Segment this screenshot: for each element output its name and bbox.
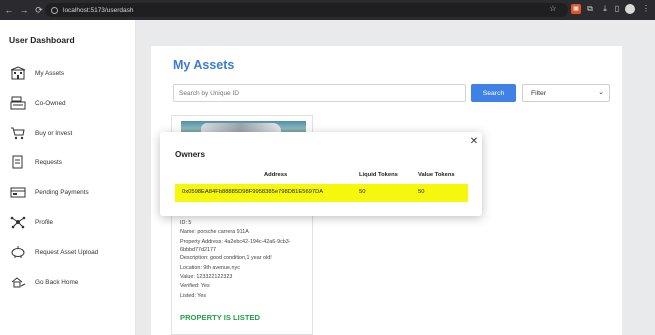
owner-address: 0x0598EA84Fb88885D98F9958385e798D81E5697… [182,189,324,195]
search-button[interactable]: Search [471,84,516,102]
payment-icon [9,185,27,199]
sidebar-item-pending-payments[interactable]: Pending Payments [9,184,89,200]
sidebar-item-label: Go Back Home [35,278,79,286]
sidebar-item-my-assets[interactable]: My Assets [9,65,64,81]
cart-icon [9,126,27,140]
asset-details: ID: 5 Name: porsche carrera 911A Propert… [180,219,310,301]
sidebar-item-label: Request Asset Upload [35,248,99,256]
filter-dropdown[interactable]: Filter ⌄ [522,84,610,102]
sidebar: User Dashboard My Assets Co-Owned Buy or… [0,20,136,335]
sidebar-item-request-asset-upload[interactable]: Request Asset Upload [9,244,98,260]
profile-avatar[interactable] [625,4,635,14]
asset-detail-description: Description: good condition,1 year old! [180,255,272,262]
column-header-liquid-tokens: Liquid Tokens [359,172,398,178]
asset-detail-address: Property Address: 4a2ebc42-194c-42a6-9cb… [180,238,291,254]
asset-detail-id: ID: 5 [180,220,192,226]
building-icon [9,66,27,80]
chevron-down-icon: ⌄ [598,89,604,96]
owner-value-tokens: 50 [418,189,425,195]
sidebar-item-label: Profile [35,218,54,226]
menu-kebab-icon[interactable]: ⋮ [641,4,651,14]
sidepanel-icon[interactable]: ▯ [612,4,622,14]
asset-detail-verified: Verified: Yes [180,283,210,290]
bookmark-star-icon[interactable]: ☆ [548,4,558,14]
column-header-value-tokens: Value Tokens [418,172,455,178]
hand-home-icon [9,275,27,289]
modal-title: Owners [175,150,206,159]
asset-detail-value: Value: 123322122323 [180,274,233,281]
search-input[interactable] [173,84,466,102]
asset-detail-location: Location: 9th avenue,nyc [180,264,240,271]
page-title: My Assets [173,58,235,72]
address-url: localhost:5173/userdash [63,6,134,14]
address-bar[interactable]: localhost:5173/userdash [45,3,568,17]
cash-register-icon [9,96,27,110]
sidebar-item-profile[interactable]: Profile [9,214,53,230]
sidebar-item-buy-or-invest[interactable]: Buy or Invest [9,125,72,141]
filter-selected: Filter [531,89,547,97]
sidebar-item-label: Pending Payments [35,188,89,196]
extensions-puzzle-icon[interactable]: ⧉ [585,4,595,14]
asset-detail-listed: Listed: Yes [180,292,207,299]
profile-network-icon [9,215,27,229]
sidebar-item-go-back-home[interactable]: Go Back Home [9,274,78,290]
sidebar-item-label: My Assets [35,69,65,77]
downloads-icon[interactable]: ⤓ [600,4,610,14]
extension-icon[interactable]: ▣ [571,4,581,14]
close-icon[interactable]: ✕ [468,136,480,148]
sidebar-item-label: Requests [35,158,62,166]
sidebar-item-label: Co-Owned [35,99,66,107]
sidebar-item-requests[interactable]: Requests [9,154,62,170]
column-header-address: Address [264,172,288,178]
sidebar-item-co-owned[interactable]: Co-Owned [9,95,66,111]
sidebar-item-label: Buy or Invest [35,129,73,137]
asset-detail-name: Name: porsche carrera 911A [180,229,249,236]
back-icon[interactable]: ← [3,5,15,15]
sidebar-title: User Dashboard [9,35,75,45]
piggy-bank-icon [9,245,27,259]
owner-liquid-tokens: 50 [359,189,366,195]
site-info-icon[interactable] [51,6,58,14]
reload-icon[interactable]: ⟳ [33,5,45,16]
listed-status: PROPERTY IS LISTED [180,313,261,322]
document-icon [9,155,27,169]
forward-icon[interactable]: → [18,5,30,15]
